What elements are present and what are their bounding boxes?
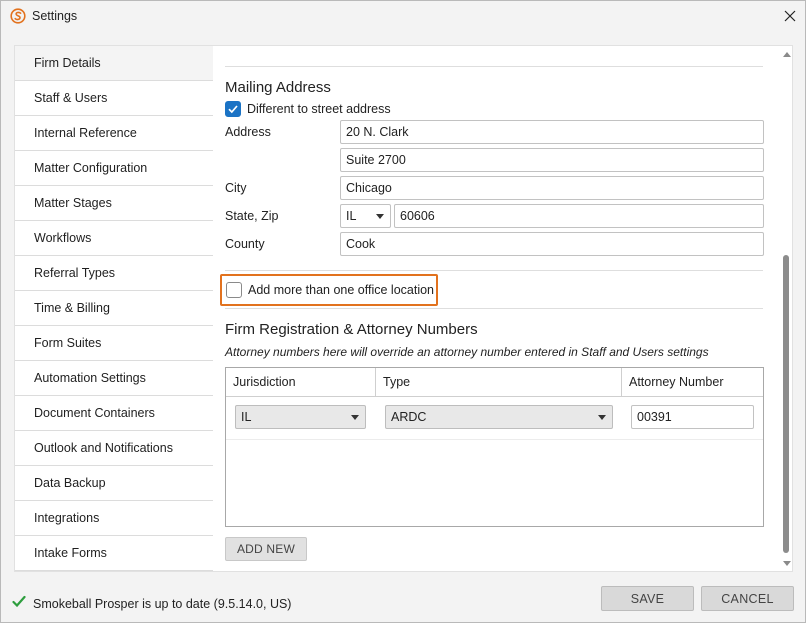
address-line1-input[interactable]: 20 N. Clark [340,120,764,144]
attorney-number-input[interactable]: 00391 [631,405,754,429]
divider [225,270,763,271]
sidebar-item-outlook-notifications[interactable]: Outlook and Notifications [15,431,213,466]
state-select[interactable]: IL [340,204,391,228]
sidebar-item-referral-types[interactable]: Referral Types [15,256,213,291]
sidebar-item-label: Workflows [34,231,92,245]
footer-bar: Smokeball Prosper is up to date (9.5.14.… [1,579,805,623]
chevron-down-icon [351,415,359,420]
sidebar-item-label: Matter Configuration [34,161,148,175]
column-header-jurisdiction[interactable]: Jurisdiction [226,368,376,397]
divider [225,308,763,309]
sidebar-item-firm-details[interactable]: Firm Details [15,46,213,81]
sidebar-item-label: Referral Types [34,266,116,280]
add-new-button[interactable]: ADD NEW [225,537,307,561]
scroll-down-icon[interactable] [783,561,791,566]
different-address-label: Different to street address [247,102,391,116]
jurisdiction-value: IL [241,410,252,424]
column-header-type[interactable]: Type [376,368,622,397]
sidebar-item-label: Integrations [34,511,100,525]
checkmark-icon [228,105,238,114]
sidebar-item-workflows[interactable]: Workflows [15,221,213,256]
cancel-button[interactable]: CANCEL [701,586,794,611]
close-icon [784,10,796,22]
county-label: County [225,237,265,251]
county-input[interactable]: Cook [340,232,764,256]
city-label: City [225,181,247,195]
settings-panel: Firm Details Staff & Users Internal Refe… [14,45,793,572]
sidebar-item-intake-forms[interactable]: Intake Forms [15,536,213,571]
type-select[interactable]: ARDC [385,405,613,429]
sidebar-item-data-backup[interactable]: Data Backup [15,466,213,501]
column-header-attorney-number[interactable]: Attorney Number [622,368,763,397]
multiple-office-label: Add more than one office location [248,283,435,297]
sidebar-item-document-containers[interactable]: Document Containers [15,396,213,431]
chevron-down-icon [376,214,384,219]
zip-input[interactable]: 60606 [394,204,764,228]
update-status-text: Smokeball Prosper is up to date (9.5.14.… [33,597,292,611]
checkmark-icon [12,595,26,608]
chevron-down-icon [598,415,606,420]
jurisdiction-select[interactable]: IL [235,405,366,429]
settings-content: Mailing Address Different to street addr… [214,46,780,571]
sidebar-item-automation-settings[interactable]: Automation Settings [15,361,213,396]
sidebar-item-label: Intake Forms [34,546,107,560]
settings-window: Settings Firm Details Staff & Users Inte… [0,0,806,623]
city-input[interactable]: Chicago [340,176,764,200]
sidebar-item-label: Automation Settings [34,371,146,385]
scroll-up-icon[interactable] [783,52,791,57]
registration-title: Firm Registration & Attorney Numbers [225,321,478,338]
divider [225,66,763,67]
sidebar-item-integrations[interactable]: Integrations [15,501,213,536]
sidebar-item-staff-users[interactable]: Staff & Users [15,81,213,116]
content-scrollbar[interactable] [780,46,792,571]
row-divider [226,439,763,440]
window-title: Settings [32,9,78,23]
sidebar-item-label: Outlook and Notifications [34,441,173,455]
save-button[interactable]: SAVE [601,586,694,611]
sidebar-item-label: Time & Billing [34,301,110,315]
sidebar-item-label: Form Suites [34,336,102,350]
smokeball-logo-icon [10,8,26,24]
scrollbar-thumb[interactable] [783,255,789,553]
close-button[interactable] [775,1,805,31]
sidebar-item-matter-configuration[interactable]: Matter Configuration [15,151,213,186]
sidebar-item-label: Data Backup [34,476,106,490]
sidebar-item-label: Document Containers [34,406,155,420]
address-label: Address [225,125,271,139]
address-line2-input[interactable]: Suite 2700 [340,148,764,172]
sidebar-item-label: Firm Details [34,56,101,70]
state-value: IL [346,209,357,223]
state-zip-label: State, Zip [225,209,279,223]
mailing-address-title: Mailing Address [225,79,331,96]
title-bar: Settings [1,1,805,32]
sidebar-item-label: Internal Reference [34,126,137,140]
attorney-numbers-table: Jurisdiction Type Attorney Number IL ARD… [225,367,764,527]
sidebar-item-internal-reference[interactable]: Internal Reference [15,116,213,151]
sidebar-item-label: Matter Stages [34,196,112,210]
sidebar-item-matter-stages[interactable]: Matter Stages [15,186,213,221]
settings-sidebar: Firm Details Staff & Users Internal Refe… [15,46,213,571]
sidebar-item-form-suites[interactable]: Form Suites [15,326,213,361]
different-address-checkbox[interactable] [225,101,241,117]
sidebar-item-time-billing[interactable]: Time & Billing [15,291,213,326]
sidebar-item-label: Staff & Users [34,91,108,105]
multiple-office-checkbox[interactable] [226,282,242,298]
type-value: ARDC [391,410,427,424]
registration-note: Attorney numbers here will override an a… [225,345,709,359]
